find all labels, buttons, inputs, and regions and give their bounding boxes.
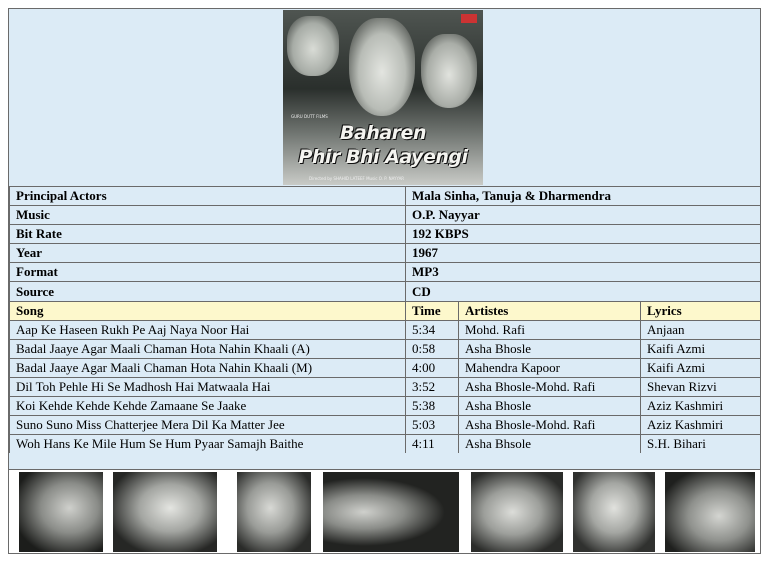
song-time: 5:34: [405, 320, 459, 340]
album-info-table: Principal Actors Mala Sinha, Tanuja & Dh…: [9, 186, 761, 302]
header-lyrics: Lyrics: [640, 301, 761, 321]
info-value: O.P. Nayyar: [405, 205, 761, 225]
film-still-image: [323, 472, 459, 552]
film-still-image: [665, 472, 755, 552]
song-artistes: Asha Bhosle: [458, 396, 641, 416]
song-lyricist: Anjaan: [640, 320, 761, 340]
song-lyricist: Kaifi Azmi: [640, 358, 761, 378]
song-row: Woh Hans Ke Mile Hum Se Hum Pyaar Samajh…: [9, 434, 761, 454]
film-still-image: [113, 472, 217, 552]
info-label: Year: [9, 243, 406, 263]
info-row: Principal Actors Mala Sinha, Tanuja & Dh…: [9, 186, 761, 206]
song-lyricist: S.H. Bihari: [640, 434, 761, 454]
info-label: Music: [9, 205, 406, 225]
actor-face: [421, 34, 477, 108]
song-lyricist: Aziz Kashmiri: [640, 396, 761, 416]
song-title: Suno Suno Miss Chatterjee Mera Dil Ka Ma…: [9, 415, 406, 435]
label-logo: [461, 14, 477, 23]
poster-credits: Directed by SHAHID LATEEF Music O. P. NA…: [309, 176, 405, 181]
film-stills-strip: [9, 470, 760, 553]
header-artistes: Artistes: [458, 301, 641, 321]
header-song: Song: [9, 301, 406, 321]
song-time: 0:58: [405, 339, 459, 359]
song-row: Suno Suno Miss Chatterjee Mera Dil Ka Ma…: [9, 415, 761, 435]
song-artistes: Asha Bhosle: [458, 339, 641, 359]
info-row: Year 1967: [9, 243, 761, 263]
song-row: Badal Jaaye Agar Maali Chaman Hota Nahin…: [9, 358, 761, 378]
info-label: Principal Actors: [9, 186, 406, 206]
song-row: Koi Kehde Kehde Kehde Zamaane Se Jaake 5…: [9, 396, 761, 416]
info-row: Music O.P. Nayyar: [9, 205, 761, 225]
poster-title-line2: Phir Bhi Aayengi: [298, 146, 468, 168]
info-row: Format MP3: [9, 262, 761, 282]
poster-title-line1: Baharen: [340, 122, 426, 144]
song-artistes: Asha Bhosle-Mohd. Rafi: [458, 377, 641, 397]
song-row: Aap Ke Haseen Rukh Pe Aaj Naya Noor Hai …: [9, 320, 761, 340]
song-list-table: Song Time Artistes Lyrics Aap Ke Haseen …: [9, 301, 761, 454]
song-time: 4:00: [405, 358, 459, 378]
info-label: Format: [9, 262, 406, 282]
info-row: Bit Rate 192 KBPS: [9, 224, 761, 244]
song-row: Dil Toh Pehle Hi Se Madhosh Hai Matwaala…: [9, 377, 761, 397]
song-artistes: Asha Bhosle-Mohd. Rafi: [458, 415, 641, 435]
header-time: Time: [405, 301, 459, 321]
info-label: Source: [9, 281, 406, 302]
song-title: Dil Toh Pehle Hi Se Madhosh Hai Matwaala…: [9, 377, 406, 397]
song-time: 5:38: [405, 396, 459, 416]
film-still-image: [573, 472, 655, 552]
info-row: Source CD: [9, 281, 761, 302]
song-time: 4:11: [405, 434, 459, 454]
film-still-image: [471, 472, 563, 552]
song-row: Badal Jaaye Agar Maali Chaman Hota Nahin…: [9, 339, 761, 359]
actor-face: [287, 16, 339, 76]
song-lyricist: Aziz Kashmiri: [640, 415, 761, 435]
poster-banner: GURU DUTT FILMS: [291, 114, 328, 119]
song-title: Koi Kehde Kehde Kehde Zamaane Se Jaake: [9, 396, 406, 416]
song-time: 3:52: [405, 377, 459, 397]
spacer-row: [9, 453, 760, 470]
actor-face: [349, 18, 415, 116]
film-still-image: [19, 472, 103, 552]
info-label: Bit Rate: [9, 224, 406, 244]
song-title: Woh Hans Ke Mile Hum Se Hum Pyaar Samajh…: [9, 434, 406, 454]
song-title: Badal Jaaye Agar Maali Chaman Hota Nahin…: [9, 358, 406, 378]
album-cover-image: GURU DUTT FILMS Baharen Phir Bhi Aayengi…: [283, 10, 483, 185]
song-lyricist: Kaifi Azmi: [640, 339, 761, 359]
song-lyricist: Shevan Rizvi: [640, 377, 761, 397]
info-value: CD: [405, 281, 761, 302]
info-value: MP3: [405, 262, 761, 282]
song-artistes: Mahendra Kapoor: [458, 358, 641, 378]
info-value: 192 KBPS: [405, 224, 761, 244]
song-title: Aap Ke Haseen Rukh Pe Aaj Naya Noor Hai: [9, 320, 406, 340]
song-artistes: Asha Bhsole: [458, 434, 641, 454]
info-value: Mala Sinha, Tanuja & Dharmendra: [405, 186, 761, 206]
film-still-image: [237, 472, 311, 552]
info-value: 1967: [405, 243, 761, 263]
song-title: Badal Jaaye Agar Maali Chaman Hota Nahin…: [9, 339, 406, 359]
song-time: 5:03: [405, 415, 459, 435]
song-artistes: Mohd. Rafi: [458, 320, 641, 340]
song-table-header: Song Time Artistes Lyrics: [9, 301, 761, 321]
poster-row: GURU DUTT FILMS Baharen Phir Bhi Aayengi…: [9, 9, 760, 187]
